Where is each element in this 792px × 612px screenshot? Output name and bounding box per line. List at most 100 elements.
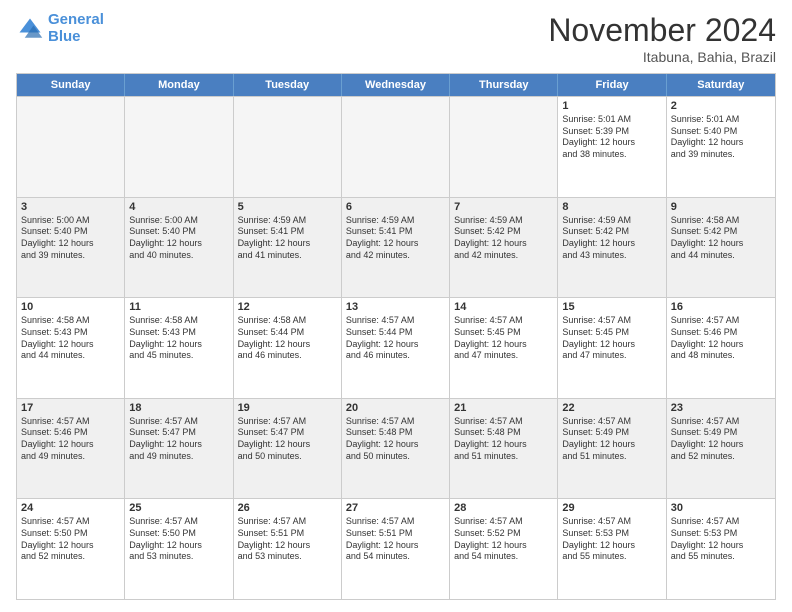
day-number: 27 [346,502,445,514]
day-header-monday: Monday [125,74,233,96]
day-number: 19 [238,402,337,414]
day-header-thursday: Thursday [450,74,558,96]
calendar-week-3: 10 Sunrise: 4:58 AM Sunset: 5:43 PM Dayli… [17,297,775,398]
day-header-friday: Friday [558,74,666,96]
calendar-week-5: 24 Sunrise: 4:57 AM Sunset: 5:50 PM Dayli… [17,498,775,599]
day-info: Sunrise: 4:57 AM Sunset: 5:48 PM Dayligh… [346,416,445,463]
calendar-week-4: 17Sunrise: 4:57 AM Sunset: 5:46 PM Dayli… [17,398,775,499]
page: General Blue November 2024 Itabuna, Bahi… [0,0,792,612]
calendar-cell: 19Sunrise: 4:57 AM Sunset: 5:47 PM Dayli… [234,399,342,499]
calendar-cell [450,97,558,197]
calendar-cell: 11 Sunrise: 4:58 AM Sunset: 5:43 PM Dayli… [125,298,233,398]
day-info: Sunrise: 4:57 AM Sunset: 5:48 PM Dayligh… [454,416,553,463]
logo: General Blue [16,12,104,45]
calendar-cell: 25 Sunrise: 4:57 AM Sunset: 5:50 PM Dayli… [125,499,233,599]
calendar-week-2: 3 Sunrise: 5:00 AM Sunset: 5:40 PM Daylig… [17,197,775,298]
day-info: Sunrise: 4:58 AM Sunset: 5:43 PM Dayligh… [129,315,228,362]
calendar-cell: 21Sunrise: 4:57 AM Sunset: 5:48 PM Dayli… [450,399,558,499]
calendar-cell: 22 Sunrise: 4:57 AM Sunset: 5:49 PM Dayli… [558,399,666,499]
calendar-cell: 12 Sunrise: 4:58 AM Sunset: 5:44 PM Dayli… [234,298,342,398]
calendar-body: 1Sunrise: 5:01 AM Sunset: 5:39 PM Daylig… [17,96,775,599]
calendar-cell: 10 Sunrise: 4:58 AM Sunset: 5:43 PM Dayli… [17,298,125,398]
day-info: Sunrise: 4:57 AM Sunset: 5:49 PM Dayligh… [562,416,661,463]
day-number: 10 [21,301,120,313]
calendar-cell: 29Sunrise: 4:57 AM Sunset: 5:53 PM Dayli… [558,499,666,599]
calendar-cell: 3Sunrise: 5:00 AM Sunset: 5:40 PM Daylig… [17,198,125,298]
calendar-cell: 17Sunrise: 4:57 AM Sunset: 5:46 PM Dayli… [17,399,125,499]
day-info: Sunrise: 4:59 AM Sunset: 5:41 PM Dayligh… [346,215,445,262]
calendar-header: SundayMondayTuesdayWednesdayThursdayFrid… [17,74,775,96]
day-number: 18 [129,402,228,414]
day-number: 4 [129,201,228,213]
location-title: Itabuna, Bahia, Brazil [548,49,776,65]
day-number: 3 [21,201,120,213]
calendar-cell: 14 Sunrise: 4:57 AM Sunset: 5:45 PM Dayli… [450,298,558,398]
day-info: Sunrise: 5:01 AM Sunset: 5:40 PM Dayligh… [671,114,771,161]
calendar-cell [342,97,450,197]
day-number: 15 [562,301,661,313]
day-number: 8 [562,201,661,213]
logo-general: General [48,11,104,28]
day-number: 12 [238,301,337,313]
day-number: 7 [454,201,553,213]
day-info: Sunrise: 4:57 AM Sunset: 5:51 PM Dayligh… [238,516,337,563]
day-info: Sunrise: 4:57 AM Sunset: 5:46 PM Dayligh… [671,315,771,362]
day-info: Sunrise: 4:57 AM Sunset: 5:45 PM Dayligh… [454,315,553,362]
calendar-cell [125,97,233,197]
calendar: SundayMondayTuesdayWednesdayThursdayFrid… [16,73,776,600]
logo-blue: Blue [48,28,81,45]
header: General Blue November 2024 Itabuna, Bahi… [16,12,776,65]
day-number: 11 [129,301,228,313]
calendar-cell [234,97,342,197]
calendar-cell: 1Sunrise: 5:01 AM Sunset: 5:39 PM Daylig… [558,97,666,197]
calendar-cell: 4 Sunrise: 5:00 AM Sunset: 5:40 PM Daylig… [125,198,233,298]
day-info: Sunrise: 4:58 AM Sunset: 5:44 PM Dayligh… [238,315,337,362]
day-info: Sunrise: 4:59 AM Sunset: 5:41 PM Dayligh… [238,215,337,262]
day-number: 30 [671,502,771,514]
day-header-tuesday: Tuesday [234,74,342,96]
day-info: Sunrise: 4:57 AM Sunset: 5:51 PM Dayligh… [346,516,445,563]
day-header-saturday: Saturday [667,74,775,96]
day-info: Sunrise: 4:58 AM Sunset: 5:43 PM Dayligh… [21,315,120,362]
calendar-cell: 27 Sunrise: 4:57 AM Sunset: 5:51 PM Dayli… [342,499,450,599]
logo-text: General Blue [48,12,104,45]
day-header-sunday: Sunday [17,74,125,96]
day-info: Sunrise: 4:57 AM Sunset: 5:50 PM Dayligh… [129,516,228,563]
day-number: 25 [129,502,228,514]
day-number: 2 [671,100,771,112]
day-info: Sunrise: 4:57 AM Sunset: 5:49 PM Dayligh… [671,416,771,463]
day-number: 28 [454,502,553,514]
day-info: Sunrise: 5:01 AM Sunset: 5:39 PM Dayligh… [562,114,661,161]
calendar-cell: 5 Sunrise: 4:59 AM Sunset: 5:41 PM Daylig… [234,198,342,298]
day-info: Sunrise: 5:00 AM Sunset: 5:40 PM Dayligh… [129,215,228,262]
title-area: November 2024 Itabuna, Bahia, Brazil [548,12,776,65]
calendar-cell: 26 Sunrise: 4:57 AM Sunset: 5:51 PM Dayli… [234,499,342,599]
day-number: 6 [346,201,445,213]
calendar-cell: 15Sunrise: 4:57 AM Sunset: 5:45 PM Dayli… [558,298,666,398]
calendar-cell: 16 Sunrise: 4:57 AM Sunset: 5:46 PM Dayli… [667,298,775,398]
day-info: Sunrise: 4:57 AM Sunset: 5:53 PM Dayligh… [562,516,661,563]
calendar-cell: 28Sunrise: 4:57 AM Sunset: 5:52 PM Dayli… [450,499,558,599]
day-info: Sunrise: 4:59 AM Sunset: 5:42 PM Dayligh… [562,215,661,262]
day-number: 24 [21,502,120,514]
calendar-cell: 30 Sunrise: 4:57 AM Sunset: 5:53 PM Dayli… [667,499,775,599]
day-number: 14 [454,301,553,313]
day-info: Sunrise: 4:57 AM Sunset: 5:53 PM Dayligh… [671,516,771,563]
day-info: Sunrise: 4:58 AM Sunset: 5:42 PM Dayligh… [671,215,771,262]
day-number: 9 [671,201,771,213]
calendar-cell: 23Sunrise: 4:57 AM Sunset: 5:49 PM Dayli… [667,399,775,499]
day-info: Sunrise: 4:57 AM Sunset: 5:47 PM Dayligh… [129,416,228,463]
day-number: 5 [238,201,337,213]
calendar-cell: 2 Sunrise: 5:01 AM Sunset: 5:40 PM Daylig… [667,97,775,197]
calendar-cell: 18 Sunrise: 4:57 AM Sunset: 5:47 PM Dayli… [125,399,233,499]
day-number: 13 [346,301,445,313]
day-number: 26 [238,502,337,514]
day-info: Sunrise: 4:57 AM Sunset: 5:44 PM Dayligh… [346,315,445,362]
day-number: 20 [346,402,445,414]
day-info: Sunrise: 4:59 AM Sunset: 5:42 PM Dayligh… [454,215,553,262]
calendar-cell: 7 Sunrise: 4:59 AM Sunset: 5:42 PM Daylig… [450,198,558,298]
calendar-cell: 24Sunrise: 4:57 AM Sunset: 5:50 PM Dayli… [17,499,125,599]
day-number: 22 [562,402,661,414]
day-number: 16 [671,301,771,313]
calendar-cell: 20 Sunrise: 4:57 AM Sunset: 5:48 PM Dayli… [342,399,450,499]
